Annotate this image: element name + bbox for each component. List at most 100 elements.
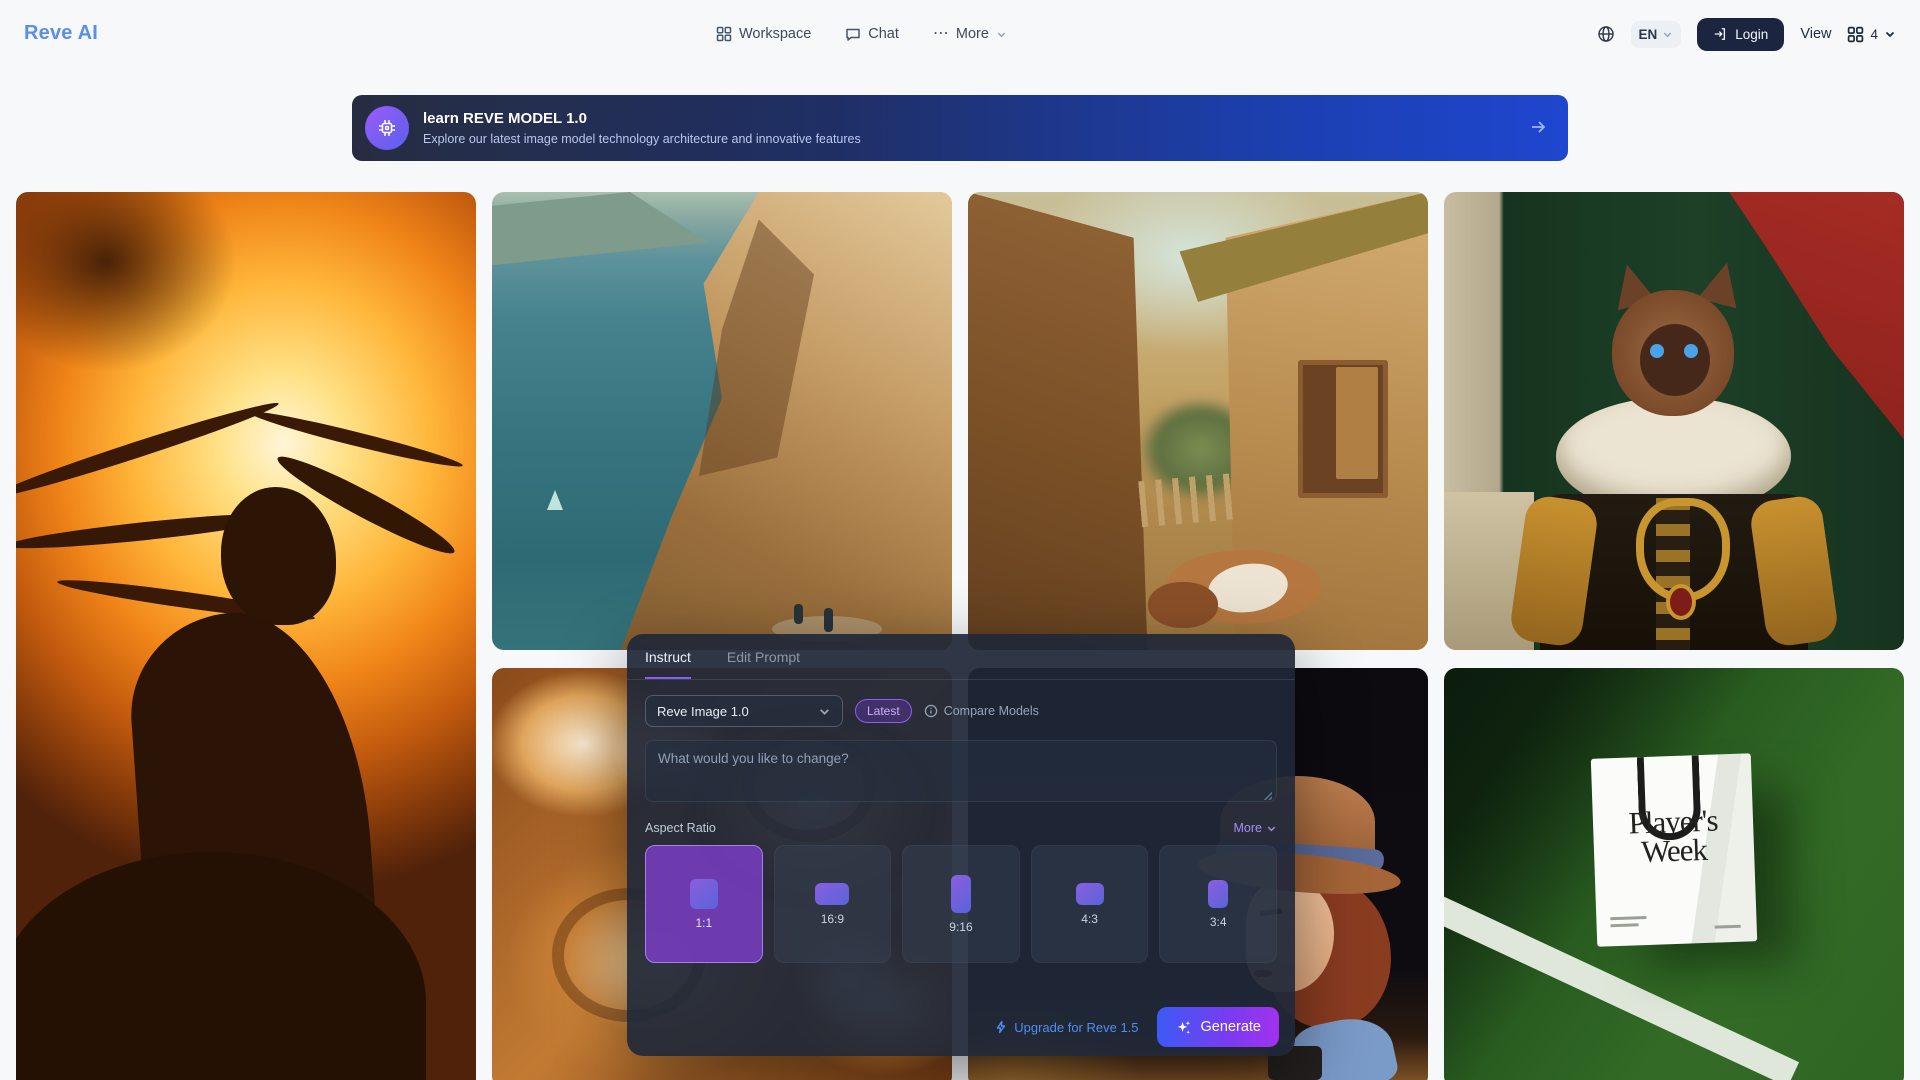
- login-icon: [1713, 27, 1727, 41]
- view-label[interactable]: View: [1800, 26, 1831, 42]
- generation-panel: Instruct Edit Prompt Reve Image 1.0 Late…: [627, 634, 1295, 1056]
- workspace-grid-icon: [716, 26, 732, 42]
- bag-caption-line: [1610, 916, 1647, 921]
- ratio-card-9-16[interactable]: 9:16: [902, 845, 1020, 963]
- compare-models-link[interactable]: Compare Models: [924, 704, 1039, 718]
- ratio-label: 16:9: [820, 911, 845, 926]
- compare-models-label: Compare Models: [943, 704, 1039, 718]
- top-navbar: Reve AI Workspace Chat ⋯ More EN Login V…: [0, 0, 1920, 68]
- banner-texts: learn REVE MODEL 1.0 Explore our latest …: [423, 110, 861, 146]
- bag-text-line2: Week: [1640, 831, 1708, 869]
- arrow-right-icon[interactable]: [1528, 117, 1548, 137]
- ratio-label: 9:16: [949, 919, 973, 934]
- resize-handle[interactable]: [1263, 791, 1272, 800]
- sparkles-icon: [1175, 1019, 1192, 1036]
- ratio-shape-16-9: [815, 882, 850, 905]
- aspect-row: Aspect Ratio More: [645, 821, 1277, 835]
- cat-face-shape: [1640, 324, 1710, 396]
- ellipsis-icon: ⋯: [932, 25, 949, 42]
- announcement-banner[interactable]: learn REVE MODEL 1.0 Explore our latest …: [352, 95, 1568, 161]
- prompt-wrap: [645, 740, 1277, 807]
- page-background: Reve AI Workspace Chat ⋯ More EN Login V…: [0, 0, 1920, 1080]
- fire-shadow-shape: [16, 192, 236, 372]
- ratio-card-16-9[interactable]: 16:9: [773, 845, 892, 963]
- sailboat-shape: [547, 490, 563, 510]
- banner-subtitle: Explore our latest image model technolog…: [423, 132, 861, 146]
- ratio-label: 4:3: [1081, 911, 1098, 926]
- nav-more[interactable]: ⋯ More: [933, 26, 1007, 42]
- ratio-card-4-3[interactable]: 4:3: [1030, 845, 1149, 963]
- panel-tabs: Instruct Edit Prompt: [627, 634, 1295, 680]
- nav-chat[interactable]: Chat: [845, 26, 899, 42]
- upgrade-label: Upgrade for Reve 1.5: [1014, 1019, 1139, 1035]
- aspect-more-label: More: [1233, 821, 1262, 835]
- ratio-shape-3-4: [1208, 879, 1229, 908]
- chevron-down-icon: [818, 705, 831, 718]
- aspect-ratio-label: Aspect Ratio: [645, 821, 716, 835]
- gallery-image-fire-silhouette[interactable]: [16, 192, 476, 1080]
- ratio-cards: 1:1 16:9 9:16 4:3 3:4: [645, 845, 1277, 963]
- bag-caption-line: [1714, 924, 1741, 929]
- prompt-input[interactable]: [645, 740, 1277, 802]
- ratio-shape-4-3: [1075, 882, 1104, 905]
- bag-caption-line: [1610, 923, 1639, 928]
- ratio-shape-9-16: [950, 874, 971, 913]
- model-row: Reve Image 1.0 Latest Compare Models: [645, 695, 1277, 727]
- logo[interactable]: Reve AI: [24, 22, 98, 45]
- ratio-card-1-1[interactable]: 1:1: [645, 845, 763, 963]
- login-button[interactable]: Login: [1697, 17, 1785, 51]
- ratio-label: 1:1: [695, 915, 713, 930]
- wooden-fence-shape: [1138, 472, 1242, 528]
- aspect-more-link[interactable]: More: [1234, 821, 1277, 835]
- chat-bubble-icon: [845, 26, 861, 42]
- bag-text: Player's Week: [1593, 802, 1755, 869]
- grid-view-selector[interactable]: 4: [1847, 26, 1896, 43]
- model-select-value: Reve Image 1.0: [657, 703, 749, 719]
- ratio-card-3-4[interactable]: 3:4: [1159, 845, 1277, 963]
- panel-footer: Upgrade for Reve 1.5 Generate: [994, 1007, 1279, 1047]
- dog-head-shape: [1148, 582, 1218, 628]
- chevron-down-icon: [1662, 29, 1673, 40]
- nav-workspace[interactable]: Workspace: [716, 26, 811, 42]
- nav-chat-label: Chat: [868, 26, 899, 42]
- nav-workspace-label: Workspace: [739, 26, 812, 42]
- language-label: EN: [1638, 26, 1658, 42]
- chip-icon: [365, 106, 409, 150]
- login-label: Login: [1735, 26, 1769, 42]
- tab-instruct[interactable]: Instruct: [645, 649, 691, 679]
- upgrade-link[interactable]: Upgrade for Reve 1.5: [994, 1019, 1139, 1035]
- panel-body: Reve Image 1.0 Latest Compare Models Wha…: [627, 680, 1295, 963]
- generate-button[interactable]: Generate: [1156, 1007, 1279, 1047]
- tab-edit-prompt[interactable]: Edit Prompt: [727, 649, 800, 679]
- cat-eye-shape: [1684, 344, 1698, 358]
- cat-eye-shape: [1650, 344, 1664, 358]
- model-select[interactable]: Reve Image 1.0: [645, 695, 843, 727]
- chevron-down-icon: [1884, 28, 1896, 40]
- grid-count-label: 4: [1870, 26, 1878, 42]
- chevron-down-icon: [1266, 823, 1277, 834]
- grid-layout-icon: [1847, 26, 1864, 43]
- ratio-shape-1-1: [689, 878, 718, 909]
- gallery-image-players-week-bag[interactable]: Player's Week: [1444, 668, 1904, 1080]
- pendant-shape: [1666, 584, 1696, 620]
- banner-title: learn REVE MODEL 1.0: [423, 110, 587, 127]
- lightning-icon: [994, 1020, 1008, 1034]
- shutter-shape: [1336, 367, 1378, 479]
- chevron-down-icon: [996, 29, 1007, 40]
- globe-icon[interactable]: [1597, 25, 1615, 43]
- gallery-image-village-dog[interactable]: [968, 192, 1428, 650]
- ratio-label: 3:4: [1209, 914, 1227, 929]
- gallery-image-coastal-cliff[interactable]: [492, 192, 952, 650]
- main-nav: Workspace Chat ⋯ More: [716, 0, 1007, 68]
- generate-label: Generate: [1200, 1019, 1261, 1035]
- latest-badge: Latest: [855, 699, 912, 723]
- gallery-image-royal-cat[interactable]: [1444, 192, 1904, 650]
- hair-strand-shape: [16, 396, 282, 504]
- shopping-bag-shape: Player's Week: [1590, 753, 1758, 947]
- nav-more-label: More: [955, 26, 989, 42]
- swimmer-shape: [824, 608, 833, 632]
- navbar-right: EN Login View 4: [1597, 0, 1897, 68]
- language-selector[interactable]: EN: [1630, 20, 1682, 48]
- swimmer-shape: [794, 604, 803, 624]
- silhouette-head-shape: [221, 487, 336, 625]
